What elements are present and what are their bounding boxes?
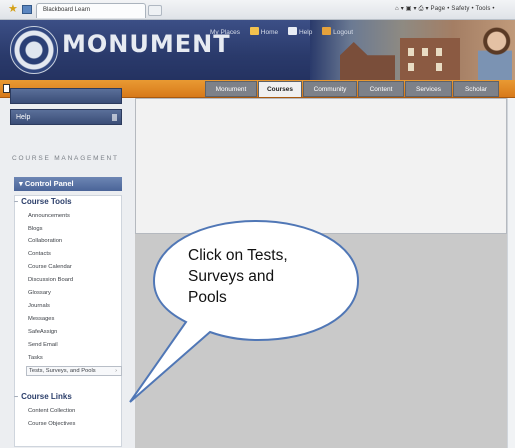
tab-monument[interactable]: Monument <box>205 81 257 97</box>
page-icon[interactable] <box>3 84 10 93</box>
top-links: My Places Home Help Logout <box>210 27 361 36</box>
course-tool-course-calendar[interactable]: Course Calendar <box>28 264 72 270</box>
course-tool-send-email[interactable]: Send Email <box>28 342 58 348</box>
tab-courses[interactable]: Courses <box>258 81 302 97</box>
student-photo <box>478 26 512 80</box>
course-links-header[interactable]: Course Links <box>14 392 122 401</box>
tab-scholar[interactable]: Scholar <box>453 81 499 97</box>
course-tool-contacts[interactable]: Contacts <box>28 251 51 257</box>
sidebar-menu-button[interactable] <box>10 88 122 104</box>
browser-toolbar: ★ Blackboard Learn ⌂ ▾ ▣ ▾ ⎙ ▾ Page • Sa… <box>0 0 515 20</box>
help-icon <box>287 27 297 35</box>
my-places-link[interactable]: My Places <box>210 29 240 36</box>
content-frame <box>135 98 507 234</box>
course-tool-journals[interactable]: Journals <box>28 303 50 309</box>
campus-building-image <box>400 38 460 80</box>
callout-text: Click on Tests, Surveys and Pools <box>188 245 338 308</box>
browser-command-bar[interactable]: ⌂ ▾ ▣ ▾ ⎙ ▾ Page • Safety • Tools • <box>395 5 495 13</box>
browser-tab[interactable]: Blackboard Learn <box>36 3 146 18</box>
course-tool-messages[interactable]: Messages <box>28 316 54 322</box>
sidebar-help-button[interactable]: Help <box>10 109 122 125</box>
favorites-star-icon[interactable]: ★ <box>8 3 18 15</box>
vertical-scrollbar[interactable] <box>507 98 515 448</box>
school-seal-logo <box>10 26 58 74</box>
course-link-content-collection[interactable]: Content Collection <box>28 408 75 414</box>
course-tool-glossary[interactable]: Glossary <box>28 290 51 296</box>
control-panel-header[interactable]: ▾ Control Panel <box>14 177 122 191</box>
course-link-course-objectives[interactable]: Course Objectives <box>28 421 75 427</box>
course-tool-tasks[interactable]: Tasks <box>28 355 43 361</box>
callout-line-2: Surveys and <box>188 268 275 285</box>
home-link[interactable]: Home <box>249 27 278 36</box>
help-link[interactable]: Help <box>287 27 312 36</box>
course-tool-announcements[interactable]: Announcements <box>28 213 70 219</box>
tab-community[interactable]: Community <box>303 81 357 97</box>
control-panel-label: Control Panel <box>24 179 74 188</box>
course-tool-discussion-board[interactable]: Discussion Board <box>28 277 73 283</box>
help-button-label: Help <box>16 114 31 121</box>
course-tool-collaboration[interactable]: Collaboration <box>28 238 62 244</box>
site-banner: MONUMENT My Places Home Help Logout <box>0 20 515 80</box>
chevron-right-icon: › <box>115 368 117 374</box>
course-tool-blogs[interactable]: Blogs <box>28 226 43 232</box>
command-bar-text[interactable]: Page • Safety • Tools • <box>431 6 495 12</box>
course-management-label: COURSE MANAGEMENT <box>12 155 119 162</box>
course-tools-header[interactable]: Course Tools <box>14 197 122 206</box>
tab-services[interactable]: Services <box>405 81 452 97</box>
logout-link[interactable]: Logout <box>322 27 353 36</box>
new-tab-button[interactable] <box>148 5 162 16</box>
tab-content[interactable]: Content <box>358 81 404 97</box>
course-tool-safeassign[interactable]: SafeAssign <box>28 329 57 335</box>
tests-surveys-pools-label: Tests, Surveys, and Pools <box>29 368 96 374</box>
callout-line-3: Pools <box>188 289 227 306</box>
arrow-icon <box>112 114 117 121</box>
logout-icon <box>322 27 332 35</box>
course-tool-tests-surveys-pools[interactable]: Tests, Surveys, and Pools › <box>26 366 122 376</box>
home-icon <box>249 27 259 35</box>
school-wordmark: MONUMENT <box>62 30 231 58</box>
site-favicon-icon <box>22 5 32 14</box>
callout-line-1: Click on Tests, <box>188 247 288 264</box>
